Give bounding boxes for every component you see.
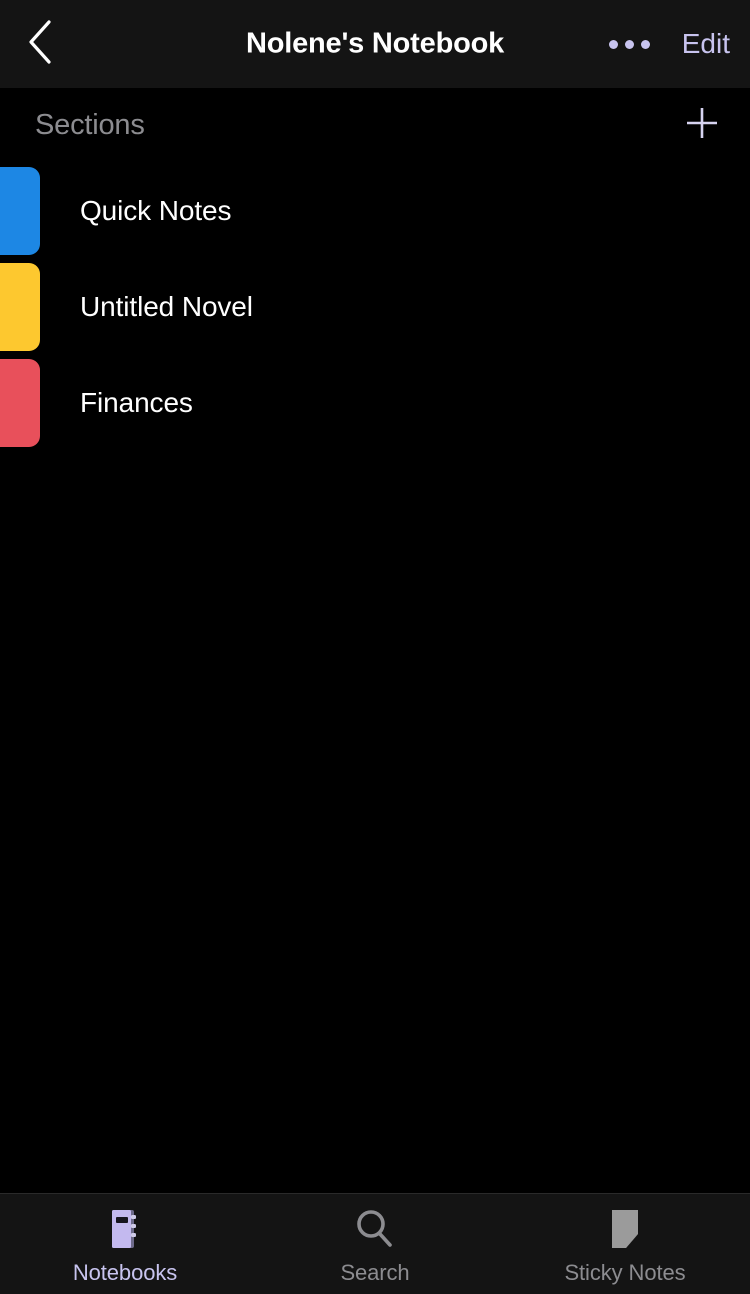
section-color-tab [0, 263, 40, 351]
tab-label: Search [340, 1260, 410, 1285]
add-section-button[interactable] [676, 99, 728, 151]
tab-search[interactable]: Search [250, 1194, 500, 1294]
search-icon [352, 1206, 398, 1252]
section-list: Quick Notes Untitled Novel Finances [0, 162, 750, 451]
sticky-note-icon [604, 1206, 646, 1252]
more-horizontal-icon-dot-1 [608, 39, 618, 49]
more-horizontal-icon-dot-3 [640, 39, 650, 49]
navbar-actions: Edit [605, 24, 732, 64]
section-name: Untitled Novel [80, 291, 253, 322]
tab-sticky-notes[interactable]: Sticky Notes [500, 1194, 750, 1294]
more-horizontal-icon-dot-2 [624, 39, 634, 49]
edit-button[interactable]: Edit [680, 24, 732, 64]
section-color-tab [0, 167, 40, 255]
content-area: Sections Quick Notes Untitled Novel Fina… [0, 88, 750, 1193]
sections-header: Sections [0, 88, 750, 162]
sections-heading: Sections [35, 108, 145, 141]
chevron-left-icon [25, 19, 55, 70]
section-row[interactable]: Untitled Novel [0, 259, 750, 355]
section-name: Finances [80, 387, 193, 418]
tab-label: Sticky Notes [564, 1260, 686, 1285]
section-row[interactable]: Finances [0, 355, 750, 451]
tab-label: Notebooks [72, 1260, 178, 1285]
back-button[interactable] [8, 12, 72, 76]
bottom-tab-bar: Notebooks Search Sticky Notes [0, 1193, 750, 1294]
more-options-button[interactable] [605, 30, 654, 59]
app-screen: Nolene's Notebook Edit Sections Quick No… [0, 0, 750, 1294]
tab-notebooks[interactable]: Notebooks [0, 1194, 250, 1294]
section-name: Quick Notes [80, 195, 232, 226]
section-row[interactable]: Quick Notes [0, 163, 750, 259]
section-color-tab [0, 359, 40, 447]
plus-icon [682, 103, 722, 148]
notebook-icon [103, 1206, 147, 1252]
navigation-bar: Nolene's Notebook Edit [0, 0, 750, 88]
